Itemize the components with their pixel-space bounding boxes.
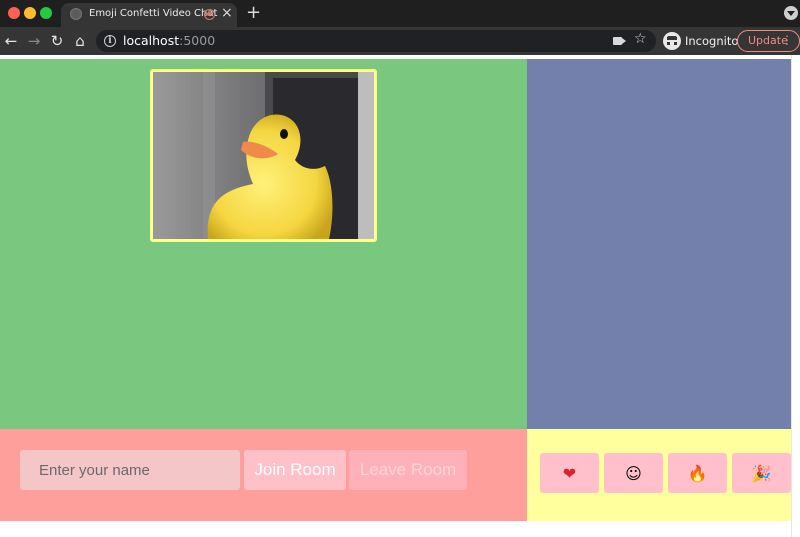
page-content: Join Room Leave Room ❤ ☺ 🔥 🎉 [0, 55, 800, 537]
fire-icon: 🔥 [687, 463, 708, 483]
home-icon[interactable]: ⌂ [70, 31, 90, 51]
tab-close-icon[interactable]: × [221, 5, 233, 21]
reload-icon[interactable]: ↻ [47, 31, 67, 51]
back-icon[interactable]: ← [1, 31, 21, 51]
update-button[interactable]: Update ⋮ [737, 30, 800, 52]
recording-icon [204, 9, 215, 20]
tab-title: Emoji Confetti Video Chat [89, 8, 218, 19]
browser-tab[interactable]: Emoji Confetti Video Chat × [61, 3, 237, 27]
camera-in-use-icon[interactable] [613, 37, 622, 45]
emoji-reactions-bar: ❤ ☺ 🔥 🎉 [527, 429, 791, 521]
room-controls: Join Room Leave Room [0, 429, 527, 521]
video-grid [0, 59, 527, 429]
globe-icon [70, 8, 82, 20]
smile-icon: ☺ [625, 463, 642, 483]
fire-emoji-button[interactable]: 🔥 [668, 453, 727, 493]
incognito-label: Incognito [685, 34, 739, 48]
join-room-button[interactable]: Join Room [244, 450, 346, 490]
address-bar[interactable]: i localhost:5000 ☆ [96, 30, 656, 52]
url-host: localhost [123, 33, 180, 48]
heart-icon: ❤ [562, 463, 577, 483]
close-window-button[interactable] [8, 7, 20, 19]
side-panel [527, 59, 791, 429]
local-video-tile [150, 69, 377, 242]
tab-search-menu-icon[interactable] [784, 6, 798, 20]
browser-toolbar: ← → ↻ ⌂ i localhost:5000 ☆ Incognito Upd… [0, 27, 800, 55]
forward-icon[interactable]: → [24, 31, 44, 51]
scrollbar[interactable] [791, 55, 800, 537]
heart-emoji-button[interactable]: ❤ [540, 453, 599, 493]
browser-menu-icon[interactable]: ⋮ [781, 31, 793, 50]
name-input[interactable] [20, 450, 240, 490]
new-tab-button[interactable]: + [246, 3, 261, 23]
party-icon: 🎉 [751, 463, 772, 483]
bookmark-star-icon[interactable]: ☆ [634, 31, 647, 47]
minimize-window-button[interactable] [24, 7, 36, 19]
browser-tab-bar: Emoji Confetti Video Chat × + [0, 0, 800, 27]
url-port: :5000 [179, 33, 216, 48]
address-url[interactable]: localhost:5000 [123, 33, 215, 48]
incognito-icon [663, 32, 681, 50]
maximize-window-button[interactable] [40, 7, 52, 19]
party-emoji-button[interactable]: 🎉 [732, 453, 791, 493]
smile-emoji-button[interactable]: ☺ [604, 453, 663, 493]
leave-room-button[interactable]: Leave Room [349, 450, 467, 490]
camera-feed-image [153, 72, 374, 239]
site-info-icon[interactable]: i [104, 35, 116, 47]
